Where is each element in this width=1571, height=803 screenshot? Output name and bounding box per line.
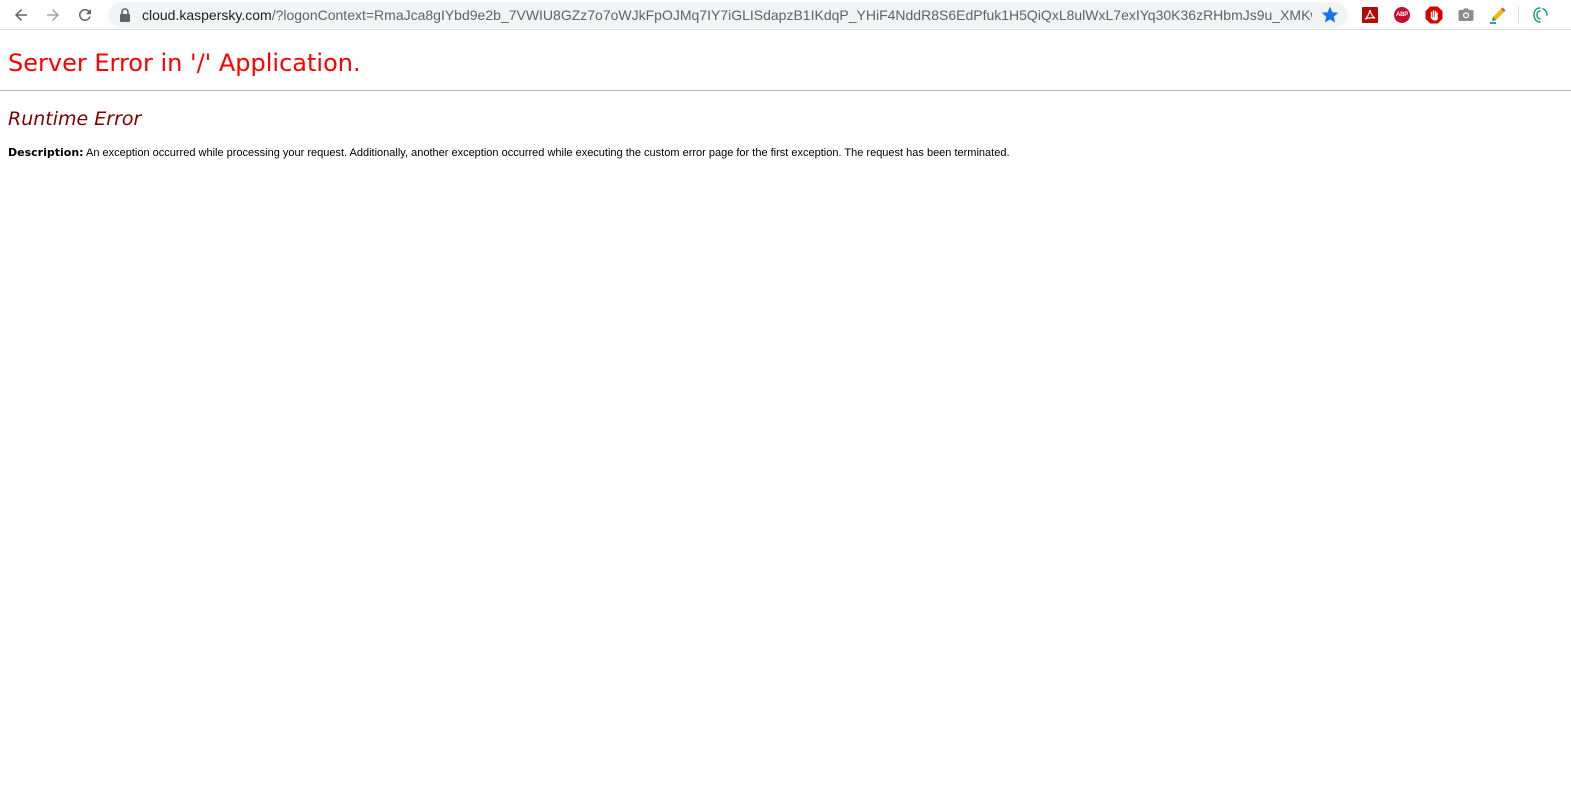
pencil-icon xyxy=(1490,7,1506,24)
reload-button[interactable] xyxy=(72,2,98,28)
back-button[interactable] xyxy=(8,2,34,28)
toolbar-divider xyxy=(1518,6,1519,24)
page-content: Server Error in '/' Application. Runtime… xyxy=(0,30,1571,160)
reload-icon xyxy=(78,8,91,21)
adblock-extension-button[interactable]: ABP xyxy=(1392,5,1412,25)
pdf-extension-button[interactable] xyxy=(1360,5,1380,25)
address-bar[interactable]: cloud.kaspersky.com/?logonContext=RmaJca… xyxy=(108,2,1348,28)
browser-toolbar: cloud.kaspersky.com/?logonContext=RmaJca… xyxy=(0,0,1571,30)
arrow-right-icon xyxy=(47,9,59,21)
arrow-left-icon xyxy=(15,9,27,21)
description-text: An exception occurred while processing y… xyxy=(86,147,1010,159)
stop-hand-icon xyxy=(1425,6,1443,24)
url-host: cloud.kaspersky.com xyxy=(142,7,272,23)
url-text[interactable]: cloud.kaspersky.com/?logonContext=RmaJca… xyxy=(142,6,1312,24)
screenshot-extension-button[interactable] xyxy=(1456,5,1476,25)
pdf-icon xyxy=(1362,7,1378,23)
adblock-plus-icon: ABP xyxy=(1394,7,1410,23)
lock-icon xyxy=(120,8,130,22)
stop-extension-button[interactable] xyxy=(1424,5,1444,25)
url-path: /?logonContext=RmaJca8gIYbd9e2b_7VWIU8GZ… xyxy=(271,7,1312,23)
error-title: Server Error in '/' Application. xyxy=(8,49,361,77)
abp-label: ABP xyxy=(1395,12,1409,18)
bookmark-star-icon[interactable] xyxy=(1320,5,1340,25)
error-subtitle: Runtime Error xyxy=(8,108,142,130)
title-divider xyxy=(0,90,1571,91)
spiral-icon xyxy=(1533,7,1548,23)
forward-button[interactable] xyxy=(40,2,66,28)
spiral-extension-button[interactable] xyxy=(1530,5,1550,25)
edit-extension-button[interactable] xyxy=(1488,5,1508,25)
error-description: Description: An exception occurred while… xyxy=(8,146,1563,160)
camera-icon xyxy=(1458,8,1474,21)
description-label: Description: xyxy=(8,146,84,159)
